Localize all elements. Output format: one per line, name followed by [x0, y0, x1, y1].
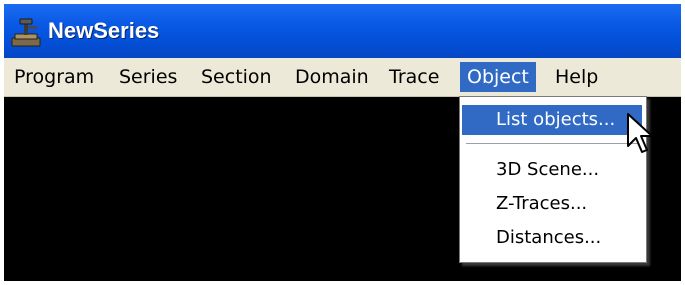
window-title: NewSeries: [48, 18, 160, 43]
title-bar[interactable]: NewSeries: [4, 4, 681, 58]
menu-item-z-traces[interactable]: Z-Traces...: [462, 189, 642, 219]
object-menu-dropdown: List objects... 3D Scene... Z-Traces... …: [459, 96, 647, 263]
menu-help[interactable]: Help: [548, 62, 605, 92]
menu-bar: Program Series Section Domain Trace Obje…: [4, 58, 681, 97]
menu-domain[interactable]: Domain: [288, 62, 376, 92]
menu-item-list-objects[interactable]: List objects...: [462, 105, 642, 135]
menu-item-3d-scene[interactable]: 3D Scene...: [462, 155, 642, 185]
canvas-area[interactable]: [4, 97, 459, 281]
menu-trace[interactable]: Trace: [382, 62, 446, 92]
menu-item-distances[interactable]: Distances...: [462, 223, 642, 253]
menu-section[interactable]: Section: [194, 62, 279, 92]
menu-separator: [466, 143, 640, 145]
menu-object[interactable]: Object: [460, 62, 536, 92]
app-icon: [11, 18, 41, 47]
arrow-cursor-icon: [627, 113, 653, 153]
menu-program[interactable]: Program: [7, 62, 101, 92]
menu-series[interactable]: Series: [112, 62, 184, 92]
app-window: NewSeries Program Series Section Domain …: [4, 4, 681, 281]
